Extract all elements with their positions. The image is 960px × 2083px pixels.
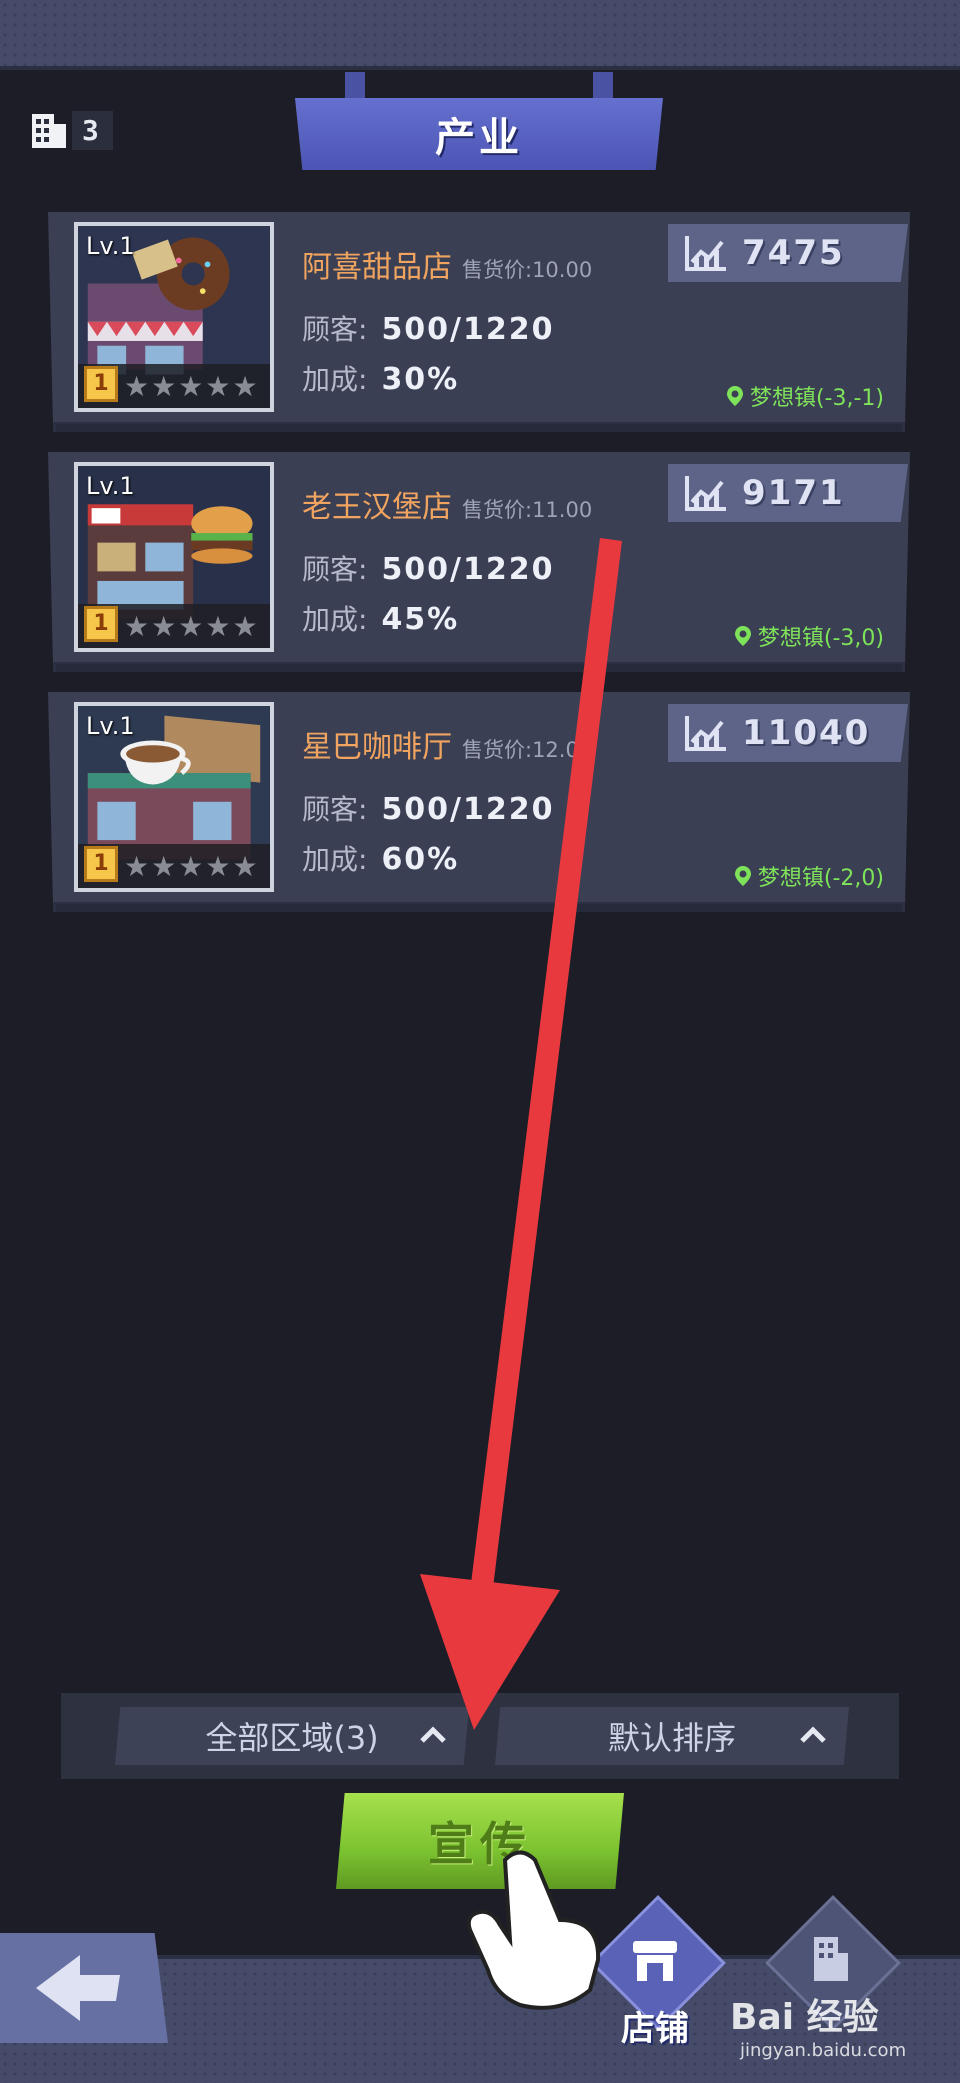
- back-button[interactable]: [0, 1933, 168, 2043]
- shop-icon: [633, 1941, 677, 1981]
- customers-label: 顾客:: [302, 553, 368, 586]
- shop-name-row: 星巴咖啡厅 售货价:12.00: [302, 722, 592, 766]
- bonus-row: 加成: 45%: [302, 598, 459, 638]
- star-icon: ★: [232, 609, 258, 643]
- star-icon: ★: [205, 369, 231, 403]
- customers-label: 顾客:: [302, 313, 368, 346]
- rank-badge: 1: [84, 846, 118, 882]
- shop-name: 星巴咖啡厅: [302, 730, 452, 765]
- bonus-label: 加成:: [302, 603, 368, 636]
- building-icon: [32, 114, 66, 148]
- sale-price: 售货价:10.00: [462, 258, 593, 282]
- page-title: 产业: [435, 115, 523, 161]
- rank-badge: 1: [84, 366, 118, 402]
- income-value: 7475: [742, 233, 845, 273]
- promote-button[interactable]: 宣传: [336, 1793, 624, 1889]
- bonus-label: 加成:: [302, 843, 368, 876]
- shop-thumbnail: Lv.1 ★ ★ ★ ★ ★ 1: [74, 702, 274, 892]
- star-icon: ★: [151, 609, 177, 643]
- shop-name: 老王汉堡店: [302, 490, 452, 525]
- location-link[interactable]: 梦想镇(-2,0): [734, 860, 884, 892]
- location-text: 梦想镇(-3,0): [757, 626, 884, 651]
- income-stat: 9171: [668, 464, 908, 522]
- shop-thumbnail: Lv.1 ★ ★ ★ ★ ★ 1: [74, 222, 274, 412]
- location-pin-icon: [726, 386, 743, 406]
- bonus-value: 30%: [381, 362, 460, 397]
- trend-chart-icon: [685, 716, 726, 751]
- trend-chart-icon: [685, 476, 726, 511]
- star-icon: ★: [232, 849, 258, 883]
- building-count: 3: [30, 108, 130, 152]
- banner-post-right: [593, 72, 613, 102]
- sort-dropdown-label: 默认排序: [607, 1719, 736, 1757]
- building-icon: [814, 1937, 848, 1981]
- location-link[interactable]: 梦想镇(-3,-1): [726, 380, 884, 412]
- location-link[interactable]: 梦想镇(-3,0): [734, 620, 884, 652]
- star-icon: ★: [151, 849, 177, 883]
- star-icon: ★: [124, 849, 150, 883]
- customers-value: 500/1220: [381, 552, 555, 587]
- customers-value: 500/1220: [381, 792, 555, 827]
- tab-shops[interactable]: 店铺: [585, 1895, 726, 2049]
- chevron-up-icon: [420, 1726, 446, 1743]
- sale-price: 售货价:11.00: [462, 498, 593, 522]
- trend-chart-icon: [685, 236, 726, 271]
- sort-dropdown[interactable]: 默认排序: [495, 1707, 849, 1765]
- star-icon: ★: [178, 849, 204, 883]
- sale-price: 售货价:12.00: [462, 738, 593, 762]
- shop-name-row: 阿喜甜品店 售货价:10.00: [302, 242, 592, 286]
- level-label: Lv.1: [86, 472, 135, 500]
- watermark-brand: Bai 经验: [730, 1997, 879, 2038]
- region-dropdown[interactable]: 全部区域(3): [115, 1707, 469, 1765]
- banner-post-left: [345, 72, 365, 102]
- shop-card[interactable]: Lv.1 ★ ★ ★ ★ ★ 1 老王汉堡店 售货价:11.00 顾客: 500/1220 …: [48, 452, 910, 672]
- bonus-value: 60%: [381, 842, 460, 877]
- bonus-label: 加成:: [302, 363, 368, 396]
- star-icon: ★: [205, 849, 231, 883]
- star-icon: ★: [232, 369, 258, 403]
- top-bar: [0, 0, 960, 70]
- shop-name-row: 老王汉堡店 售货价:11.00: [302, 482, 592, 526]
- tab-shops-label: 店铺: [621, 2009, 689, 2049]
- promote-button-label: 宣传: [428, 1817, 532, 1871]
- rank-badge: 1: [84, 606, 118, 642]
- level-label: Lv.1: [86, 712, 135, 740]
- bonus-row: 加成: 60%: [302, 838, 459, 878]
- customers-value: 500/1220: [381, 312, 555, 347]
- star-icon: ★: [205, 609, 231, 643]
- building-count-value: 3: [72, 110, 113, 150]
- customers-label: 顾客:: [302, 793, 368, 826]
- region-dropdown-label: 全部区域(3): [205, 1719, 379, 1757]
- income-stat: 11040: [668, 704, 908, 762]
- star-icon: ★: [151, 369, 177, 403]
- shop-thumbnail: Lv.1 ★ ★ ★ ★ ★ 1: [74, 462, 274, 652]
- bonus-row: 加成: 30%: [302, 358, 459, 398]
- customers-row: 顾客: 500/1220: [302, 308, 555, 348]
- shop-name: 阿喜甜品店: [302, 250, 452, 285]
- location-pin-icon: [734, 626, 751, 646]
- page-title-banner: 产业: [295, 72, 663, 170]
- income-stat: 7475: [668, 224, 908, 282]
- location-text: 梦想镇(-2,0): [757, 866, 884, 891]
- filter-bar: 全部区域(3) 默认排序: [61, 1693, 899, 1779]
- star-icon: ★: [178, 369, 204, 403]
- back-arrow-icon: [36, 1955, 120, 2021]
- customers-row: 顾客: 500/1220: [302, 548, 555, 588]
- star-icon: ★: [124, 369, 150, 403]
- location-pin-icon: [734, 866, 751, 886]
- income-value: 9171: [742, 473, 845, 513]
- location-text: 梦想镇(-3,-1): [749, 386, 884, 411]
- income-value: 11040: [742, 713, 871, 753]
- level-label: Lv.1: [86, 232, 135, 260]
- star-icon: ★: [178, 609, 204, 643]
- chevron-up-icon: [800, 1726, 826, 1743]
- customers-row: 顾客: 500/1220: [302, 788, 555, 828]
- bonus-value: 45%: [381, 602, 460, 637]
- watermark-url: jingyan.baidu.com: [740, 2040, 907, 2061]
- star-icon: ★: [124, 609, 150, 643]
- shop-card[interactable]: Lv.1 ★ ★ ★ ★ ★ 1 星巴咖啡厅 售货价:12.00 顾客: 500/1220 …: [48, 692, 910, 912]
- shop-card[interactable]: Lv.1 ★ ★ ★ ★ ★ 1 阿喜甜品店 售货价:10.00 顾客: 500/1220 …: [48, 212, 910, 432]
